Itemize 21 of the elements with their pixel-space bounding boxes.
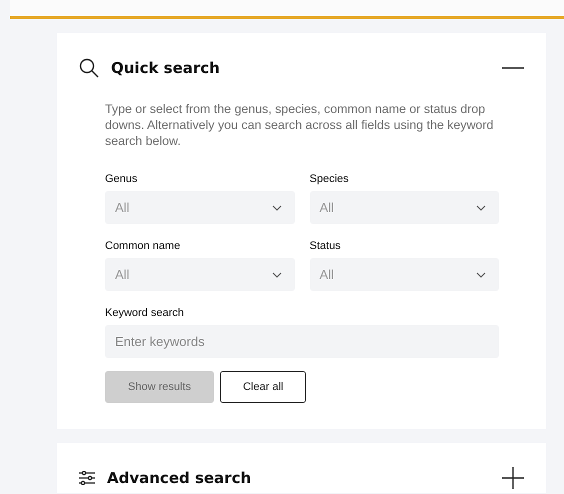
- chevron-down-icon: [272, 272, 282, 278]
- field-label: Keyword search: [105, 307, 184, 319]
- expand-icon[interactable]: [502, 467, 524, 489]
- description-text: Type or select from the genus, species, common name or status drop downs. Alternatively you can search across all fields using the keyword search below.: [105, 101, 494, 149]
- panel-title: Advanced search: [107, 469, 252, 487]
- field-label: Status: [310, 240, 341, 252]
- field-label: Genus: [105, 173, 138, 185]
- field-label: Species: [310, 173, 349, 185]
- dropdown[interactable]: All: [105, 258, 294, 291]
- sliders-icon: [79, 471, 95, 485]
- chevron-down-icon: [272, 204, 282, 210]
- chevron-down-icon: [476, 204, 486, 210]
- chevron-down-icon: [476, 272, 486, 278]
- search-icon: [79, 58, 99, 78]
- dropdown[interactable]: All: [310, 258, 499, 291]
- keyword-field[interactable]: Enter keywords: [105, 325, 499, 358]
- button[interactable]: Clear all: [220, 371, 306, 403]
- dropdown[interactable]: All: [310, 191, 499, 224]
- dropdown[interactable]: All: [105, 191, 294, 224]
- field-label: Common name: [105, 240, 180, 252]
- panel-title: Quick search: [111, 59, 221, 77]
